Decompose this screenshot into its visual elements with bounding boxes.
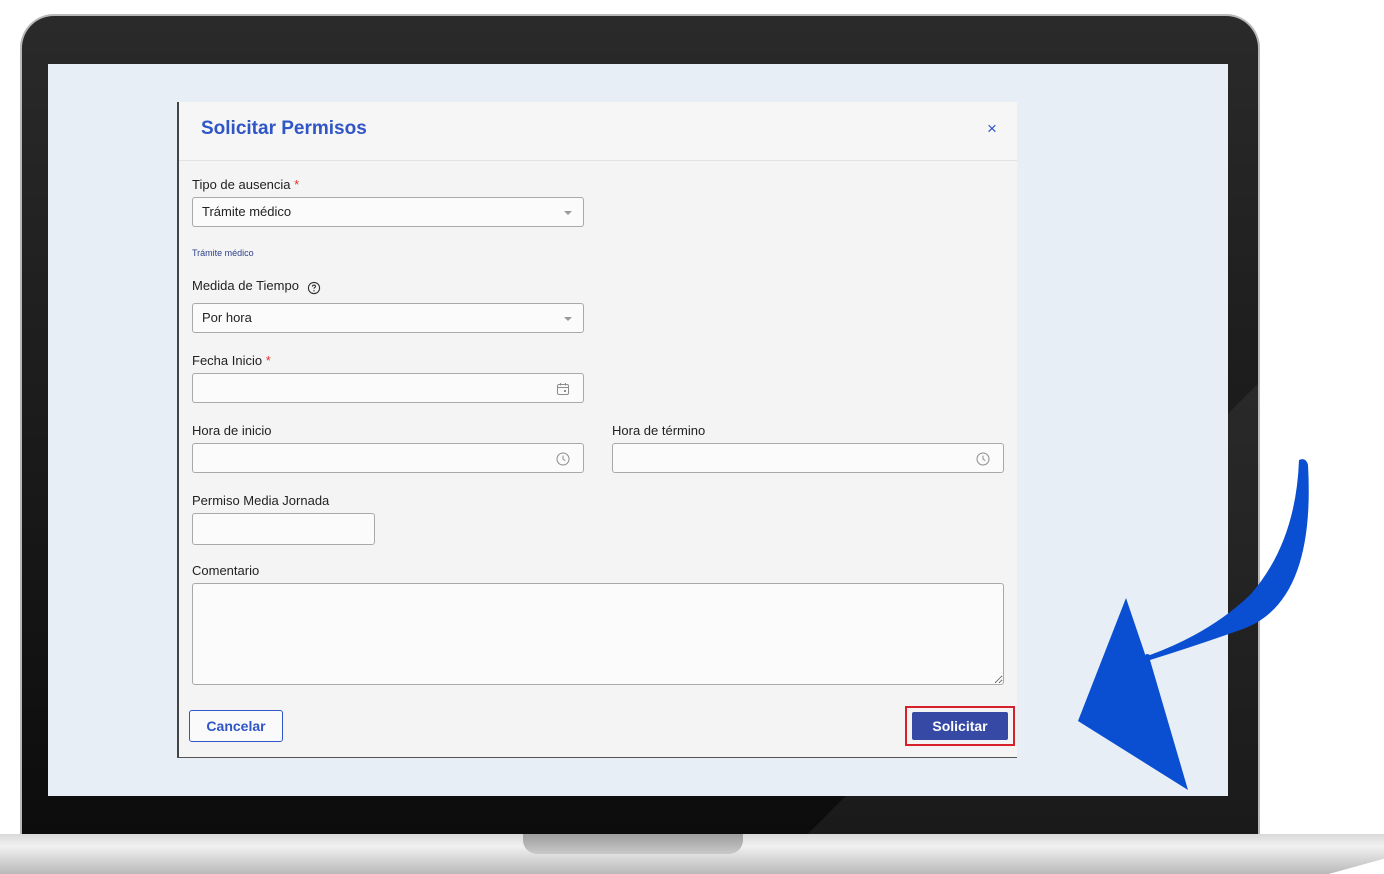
chevron-down-icon — [564, 211, 572, 215]
submit-button[interactable]: Solicitar — [912, 712, 1008, 740]
half-day-label: Permiso Media Jornada — [192, 493, 330, 508]
question-circle-icon[interactable] — [307, 281, 321, 295]
cancel-button[interactable]: Cancelar — [189, 710, 283, 742]
time-measure-label-text: Medida de Tiempo — [192, 278, 299, 293]
close-button[interactable]: × — [981, 118, 1003, 140]
absence-type-label: Tipo de ausencia * — [192, 177, 299, 192]
absence-type-hint: Trámite médico — [192, 248, 254, 258]
required-mark: * — [294, 177, 300, 192]
start-time-label: Hora de inicio — [192, 423, 272, 438]
comment-textarea[interactable] — [192, 583, 1004, 685]
start-time-input[interactable] — [192, 443, 584, 473]
time-measure-value: Por hora — [202, 310, 252, 325]
start-date-label-text: Fecha Inicio — [192, 353, 263, 368]
absence-type-label-text: Tipo de ausencia — [192, 177, 291, 192]
chevron-down-icon — [564, 317, 572, 321]
modal-title: Solicitar Permisos — [201, 118, 367, 139]
laptop-base-notch — [523, 834, 743, 854]
pointer-arrow-icon — [1078, 459, 1309, 790]
start-date-input[interactable] — [192, 373, 584, 403]
time-measure-select[interactable]: Por hora — [192, 303, 584, 333]
half-day-input[interactable] — [192, 513, 375, 545]
start-date-label: Fecha Inicio * — [192, 353, 271, 368]
absence-type-value: Trámite médico — [202, 204, 292, 219]
required-mark: * — [265, 353, 271, 368]
clock-icon[interactable] — [975, 451, 991, 467]
clock-icon[interactable] — [555, 451, 571, 467]
end-time-input[interactable] — [612, 443, 1004, 473]
laptop-screen: Solicitar Permisos × Tipo de ausencia * … — [48, 64, 1228, 796]
modal-header: Solicitar Permisos × — [179, 102, 1017, 161]
calendar-icon[interactable] — [555, 381, 571, 397]
absence-type-select[interactable]: Trámite médico — [192, 197, 584, 227]
end-time-label: Hora de término — [612, 423, 706, 438]
comment-label: Comentario — [192, 563, 260, 578]
time-measure-label: Medida de Tiempo — [192, 278, 321, 295]
close-icon: × — [987, 119, 997, 138]
request-permissions-modal: Solicitar Permisos × Tipo de ausencia * … — [177, 102, 1017, 758]
